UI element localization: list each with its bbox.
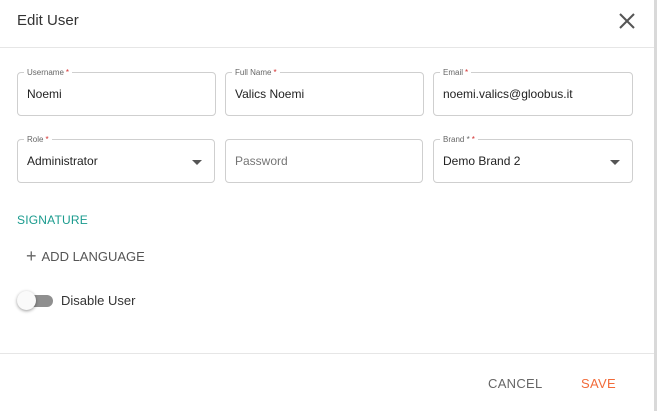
role-select[interactable]: Role * Administrator (17, 135, 215, 183)
edit-user-dialog: Edit User Username * Noemi Full Name * Val… (0, 0, 657, 411)
email-field[interactable]: Email * noemi.valics@gloobus.it (433, 68, 633, 116)
disable-user-toggle[interactable] (17, 290, 55, 312)
full-name-label: Full Name * (232, 68, 280, 77)
toggle-thumb (17, 291, 36, 310)
username-label: Username * (24, 68, 73, 77)
dialog-footer: CANCEL SAVE (0, 353, 654, 411)
username-field[interactable]: Username * Noemi (17, 68, 216, 116)
username-value: Noemi (27, 87, 62, 101)
full-name-value: Valics Noemi (235, 87, 305, 101)
role-label: Role * (24, 135, 52, 144)
dialog-title: Edit User (17, 12, 79, 29)
close-icon (619, 13, 635, 29)
email-value: noemi.valics@gloobus.it (443, 87, 573, 101)
chevron-down-icon (192, 160, 202, 165)
signature-section-title: SIGNATURE (17, 213, 88, 227)
save-button[interactable]: SAVE (581, 376, 616, 391)
cancel-button[interactable]: CANCEL (488, 376, 543, 391)
brand-value: Demo Brand 2 (443, 154, 521, 168)
password-field[interactable]: Password (225, 139, 423, 183)
role-value: Administrator (27, 154, 98, 168)
add-language-label: ADD LANGUAGE (41, 248, 145, 264)
password-placeholder: Password (235, 154, 288, 168)
chevron-down-icon (610, 160, 620, 165)
email-label: Email * (440, 68, 472, 77)
plus-icon: + (26, 246, 37, 266)
dialog-header: Edit User (0, 0, 654, 48)
brand-select[interactable]: Brand * * Demo Brand 2 (433, 135, 633, 183)
add-language-button[interactable]: + ADD LANGUAGE (26, 247, 145, 265)
full-name-field[interactable]: Full Name * Valics Noemi (225, 68, 424, 116)
brand-label: Brand * * (440, 135, 478, 144)
disable-user-label: Disable User (61, 293, 136, 308)
close-button[interactable] (617, 11, 637, 31)
